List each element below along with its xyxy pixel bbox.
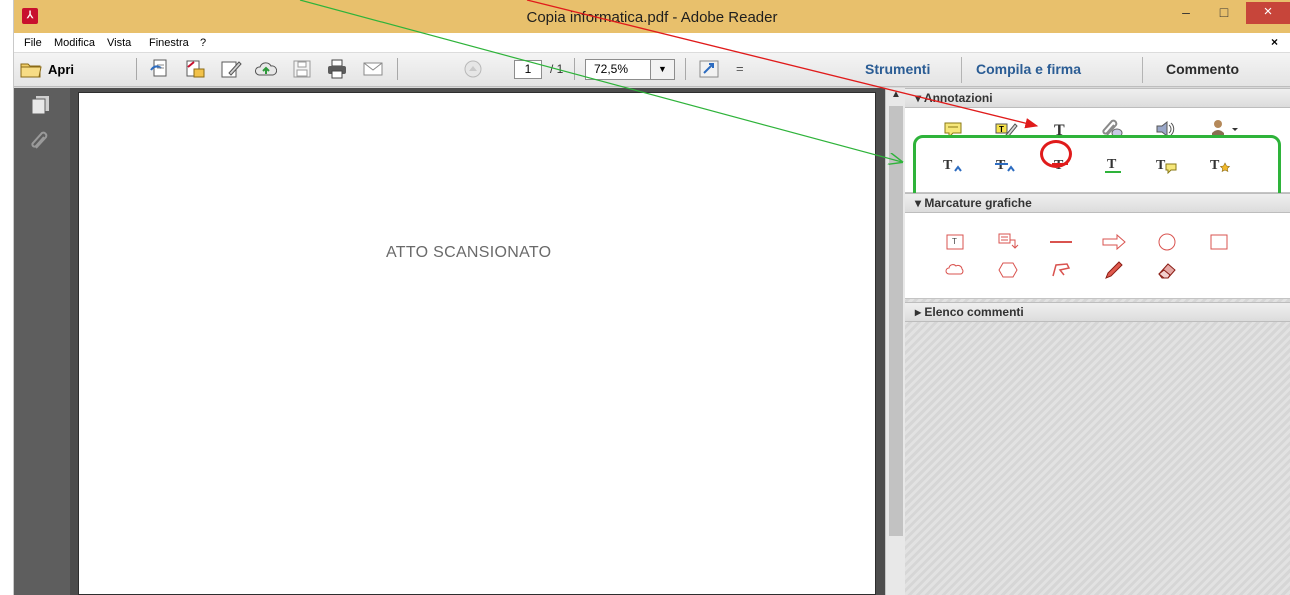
annotations-header-label: Annotazioni [923,91,993,105]
connected-lines-icon[interactable] [1048,259,1074,281]
edit-pdf-icon [221,61,242,78]
fit-window-icon [699,60,719,78]
adobe-reader-window: ⅄ Copia informatica.pdf - Adobe Reader –… [14,0,1290,595]
page-number-input[interactable]: 1 [514,60,542,79]
attachments-paperclip-icon[interactable] [30,130,52,152]
annotations-panel: T T T T T T T T [905,108,1290,207]
toolbar-separator [685,58,686,80]
comments-list-header[interactable]: ▸ Elenco commenti [905,302,1290,322]
title-bar: ⅄ Copia informatica.pdf - Adobe Reader –… [14,0,1290,33]
navigation-pane [14,88,70,595]
window-title: Copia informatica.pdf - Adobe Reader [526,9,778,26]
cloud-upload-icon [255,62,277,76]
pdf-page[interactable]: ATTO SCANSIONATO [78,92,876,595]
print-button[interactable] [326,57,348,81]
fill-sign-pane-button[interactable]: Compila e firma [976,61,1081,77]
export-pdf-button[interactable] [184,57,206,81]
expanded-triangle-icon: ▾ [915,91,922,105]
menu-file[interactable]: File [24,37,42,49]
toolbar-separator [136,58,137,80]
document-viewer[interactable]: ATTO SCANSIONATO [70,88,890,595]
menu-finestra[interactable]: Finestra [149,37,189,49]
export-pdf-icon [186,60,205,78]
expanded-triangle-icon: ▾ [915,196,922,210]
drawing-markups-header-label: Marcature grafiche [924,196,1032,210]
open-button[interactable]: Apri [20,57,74,81]
menu-help[interactable]: ? [200,37,206,49]
polygon-icon[interactable] [995,259,1021,281]
maximize-button[interactable]: □ [1209,2,1239,24]
previous-page-button[interactable] [462,57,484,81]
comment-pane: ▾ Annotazioni T T T T T T T T ▾ Marcatur… [905,88,1290,595]
toolbar-separator [1142,57,1143,83]
envelope-icon [363,62,383,76]
menu-modifica[interactable]: Modifica [54,37,95,49]
oval-icon[interactable] [1154,231,1180,253]
toolbar-separator [961,57,962,83]
toolbar-overflow-icon[interactable]: = [736,61,744,76]
page-total-label: / 1 [550,62,564,76]
upload-cloud-button[interactable] [255,57,277,81]
comment-pane-button[interactable]: Commento [1166,61,1239,77]
edit-pdf-button[interactable] [220,57,242,81]
drawing-markups-panel: T [905,213,1290,299]
arrow-up-circle-icon [464,60,482,78]
chevron-down-icon[interactable]: ▼ [650,60,674,79]
open-label: Apri [48,61,74,77]
scroll-up-arrow-icon[interactable]: ▲ [888,88,904,102]
line-icon[interactable] [1048,231,1074,253]
full-screen-button[interactable] [698,57,720,81]
rectangle-icon[interactable] [1206,231,1232,253]
save-icon [293,60,311,78]
close-button[interactable]: × [1246,2,1290,24]
cloud-icon[interactable] [942,259,968,281]
create-pdf-button[interactable] [149,57,171,81]
pencil-icon[interactable] [1101,259,1127,281]
svg-text:T: T [999,125,1004,134]
folder-icon [20,63,42,78]
toolbar-separator [574,58,575,80]
save-button[interactable] [291,57,313,81]
drawing-markups-header[interactable]: ▾ Marcature grafiche [905,193,1290,213]
minimize-button[interactable]: – [1171,2,1201,24]
create-pdf-icon [150,59,167,77]
eraser-icon[interactable] [1154,259,1180,281]
callout-icon[interactable] [995,231,1021,253]
annotations-header[interactable]: ▾ Annotazioni [905,88,1290,108]
toolbar: Apri 1 / 1 72,5% ▼ = Strumenti Compila e… [14,53,1290,87]
printer-icon [328,59,346,79]
text-box-icon[interactable]: T [942,231,968,253]
page-content-text: ATTO SCANSIONATO [386,244,552,261]
arrow-icon[interactable] [1101,231,1127,253]
scrollbar-thumb[interactable] [889,106,903,536]
zoom-select[interactable]: 72,5% ▼ [585,59,675,80]
email-button[interactable] [362,57,384,81]
tools-pane-button[interactable]: Strumenti [865,61,930,77]
screen-left-edge [0,0,14,595]
vertical-scrollbar[interactable]: ▲ [885,88,905,595]
svg-text:T: T [952,237,957,246]
close-document-icon[interactable]: × [1271,35,1278,49]
collapsed-triangle-icon: ▸ [915,305,922,319]
page-thumbnails-icon[interactable] [30,94,52,116]
zoom-value: 72,5% [594,62,629,76]
add-text-highlight-circle [1040,140,1072,168]
comments-list-header-label: Elenco commenti [924,305,1024,319]
menu-bar: File Modifica Vista Finestra ? × [14,33,1290,53]
toolbar-separator [397,58,398,80]
menu-vista[interactable]: Vista [107,37,131,49]
